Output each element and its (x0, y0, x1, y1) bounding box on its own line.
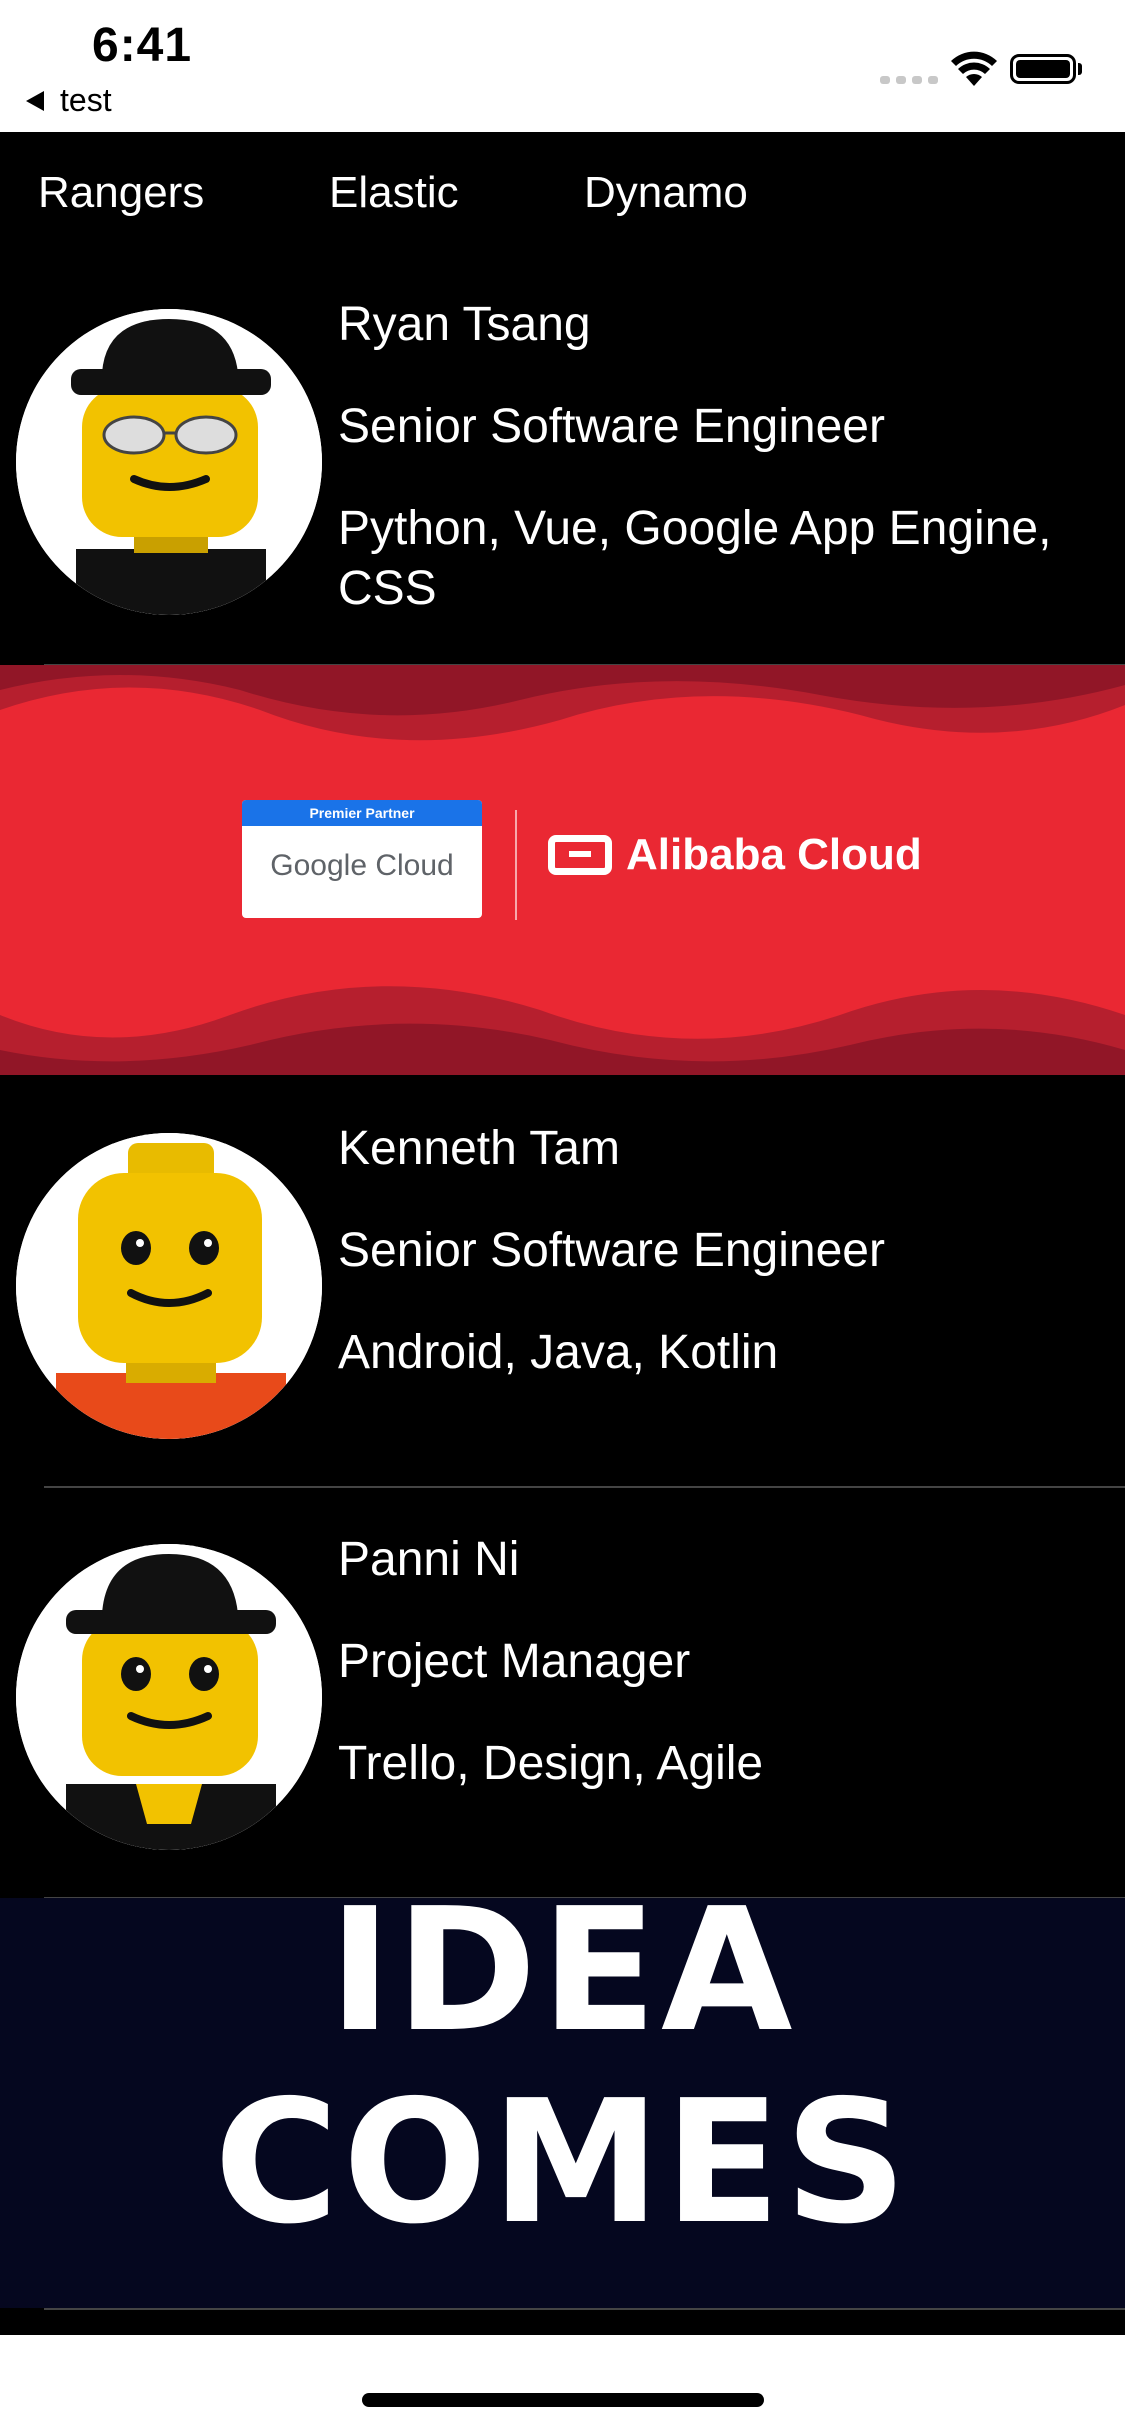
lego-figure-hat-icon (16, 1544, 322, 1850)
person-info: Ryan Tsang Senior Software Engineer Pyth… (338, 295, 1098, 619)
lego-figure-plain-icon (16, 1133, 322, 1439)
person-name: Panni Ni (338, 1533, 520, 1586)
google-cloud-badge: Premier Partner Google Cloud (242, 800, 482, 918)
alibaba-cloud-label: Alibaba Cloud (626, 830, 922, 879)
battery-icon (1010, 54, 1076, 84)
alibaba-cloud-logo: Alibaba Cloud (548, 830, 922, 880)
person-title: Senior Software Engineer (338, 400, 885, 453)
lego-figure-hat-glasses-icon (16, 309, 322, 615)
app-screen: 6:41 test Rangers Elastic Dynamo Ryan Ts… (0, 0, 1125, 2436)
home-indicator-area (0, 2335, 1125, 2436)
list-item-panni-ni[interactable]: Panni Ni Project Manager Trello, Design,… (0, 1488, 1125, 1898)
person-skills: Android, Java, Kotlin (338, 1326, 779, 1379)
google-cloud-label: Google Cloud (270, 849, 454, 882)
avatar (16, 1133, 322, 1439)
tab-elastic[interactable]: Elastic (329, 168, 459, 218)
person-skills: Python, Vue, Google App Engine, CSS (338, 502, 1052, 615)
back-to-app-link[interactable]: test (26, 82, 112, 119)
person-info: Kenneth Tam Senior Software Engineer And… (338, 1119, 1098, 1383)
avatar (16, 309, 322, 615)
home-indicator[interactable] (362, 2393, 764, 2407)
team-tabs: Rangers Elastic Dynamo (0, 132, 1125, 257)
list-item-ryan-tsang[interactable]: Ryan Tsang Senior Software Engineer Pyth… (0, 257, 1125, 665)
status-time: 6:41 (92, 19, 193, 72)
person-info: Panni Ni Project Manager Trello, Design,… (338, 1530, 1098, 1794)
tab-dynamo[interactable]: Dynamo (584, 168, 748, 218)
cellular-signal-icon (880, 76, 938, 84)
cloud-partner-banner: Premier Partner Google Cloud Alibaba Clo… (0, 665, 1125, 1075)
status-bar: 6:41 test (0, 0, 1125, 132)
list-item-kenneth-tam[interactable]: Kenneth Tam Senior Software Engineer And… (0, 1075, 1125, 1487)
person-skills: Trello, Design, Agile (338, 1737, 764, 1790)
alibaba-logo-icon (548, 835, 612, 875)
premier-partner-label: Premier Partner (242, 800, 482, 826)
wifi-icon (951, 51, 997, 86)
person-name: Ryan Tsang (338, 298, 591, 351)
idea-line-1: IDEA (328, 1898, 797, 2070)
tab-rangers[interactable]: Rangers (38, 168, 204, 218)
row-separator (44, 2308, 1125, 2310)
back-triangle-icon (26, 90, 44, 111)
battery-tip (1078, 63, 1082, 75)
idea-banner: IDEA COMES (0, 1898, 1125, 2308)
person-name: Kenneth Tam (338, 1122, 620, 1175)
logo-divider (515, 810, 517, 920)
back-link-label: test (60, 82, 112, 118)
person-title: Project Manager (338, 1635, 691, 1688)
avatar (16, 1544, 322, 1850)
person-title: Senior Software Engineer (338, 1224, 885, 1277)
idea-line-2: COMES (213, 2064, 911, 2262)
